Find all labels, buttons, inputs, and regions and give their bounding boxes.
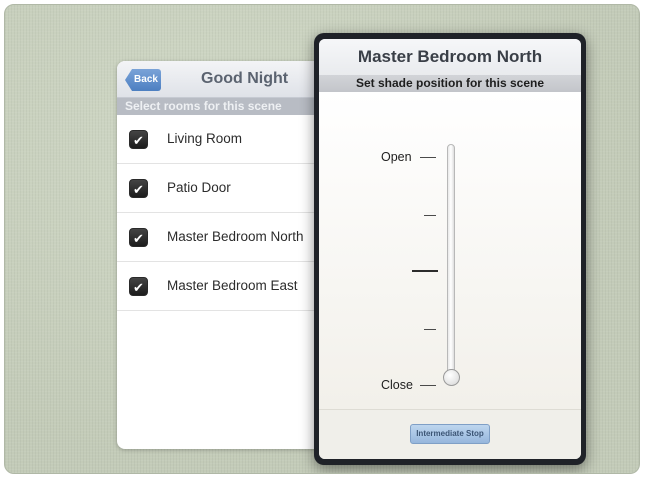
modal-title: Master Bedroom North bbox=[319, 39, 581, 75]
room-label: Patio Door bbox=[167, 180, 231, 195]
slider-tick-open bbox=[420, 157, 436, 158]
modal-content: Master Bedroom North Set shade position … bbox=[319, 39, 581, 459]
slider-tick-75 bbox=[424, 215, 436, 216]
room-label: Master Bedroom East bbox=[167, 278, 298, 293]
slider-tick-50 bbox=[412, 270, 438, 272]
modal-footer: Intermediate Stop bbox=[319, 409, 581, 459]
back-button[interactable]: Back bbox=[125, 69, 161, 91]
shade-slider-area: Open Close bbox=[319, 92, 581, 409]
scene-title: Good Night bbox=[201, 70, 289, 87]
app-background: Back Good Night Select rooms for this sc… bbox=[4, 4, 640, 474]
shade-slider-thumb[interactable] bbox=[443, 369, 460, 386]
slider-open-label: Open bbox=[381, 150, 412, 164]
room-label: Living Room bbox=[167, 131, 243, 146]
modal-subtitle: Set shade position for this scene bbox=[319, 75, 581, 92]
checkbox[interactable]: ✔ bbox=[129, 228, 148, 247]
shade-slider-track[interactable] bbox=[447, 144, 455, 382]
room-label: Master Bedroom North bbox=[167, 229, 304, 244]
slider-tick-25 bbox=[424, 329, 436, 330]
slider-close-label: Close bbox=[381, 378, 413, 392]
intermediate-stop-button[interactable]: Intermediate Stop bbox=[410, 424, 490, 444]
shade-position-modal: Master Bedroom North Set shade position … bbox=[314, 33, 586, 465]
slider-tick-close bbox=[420, 385, 436, 386]
checkbox[interactable]: ✔ bbox=[129, 277, 148, 296]
checkbox[interactable]: ✔ bbox=[129, 179, 148, 198]
checkbox[interactable]: ✔ bbox=[129, 130, 148, 149]
